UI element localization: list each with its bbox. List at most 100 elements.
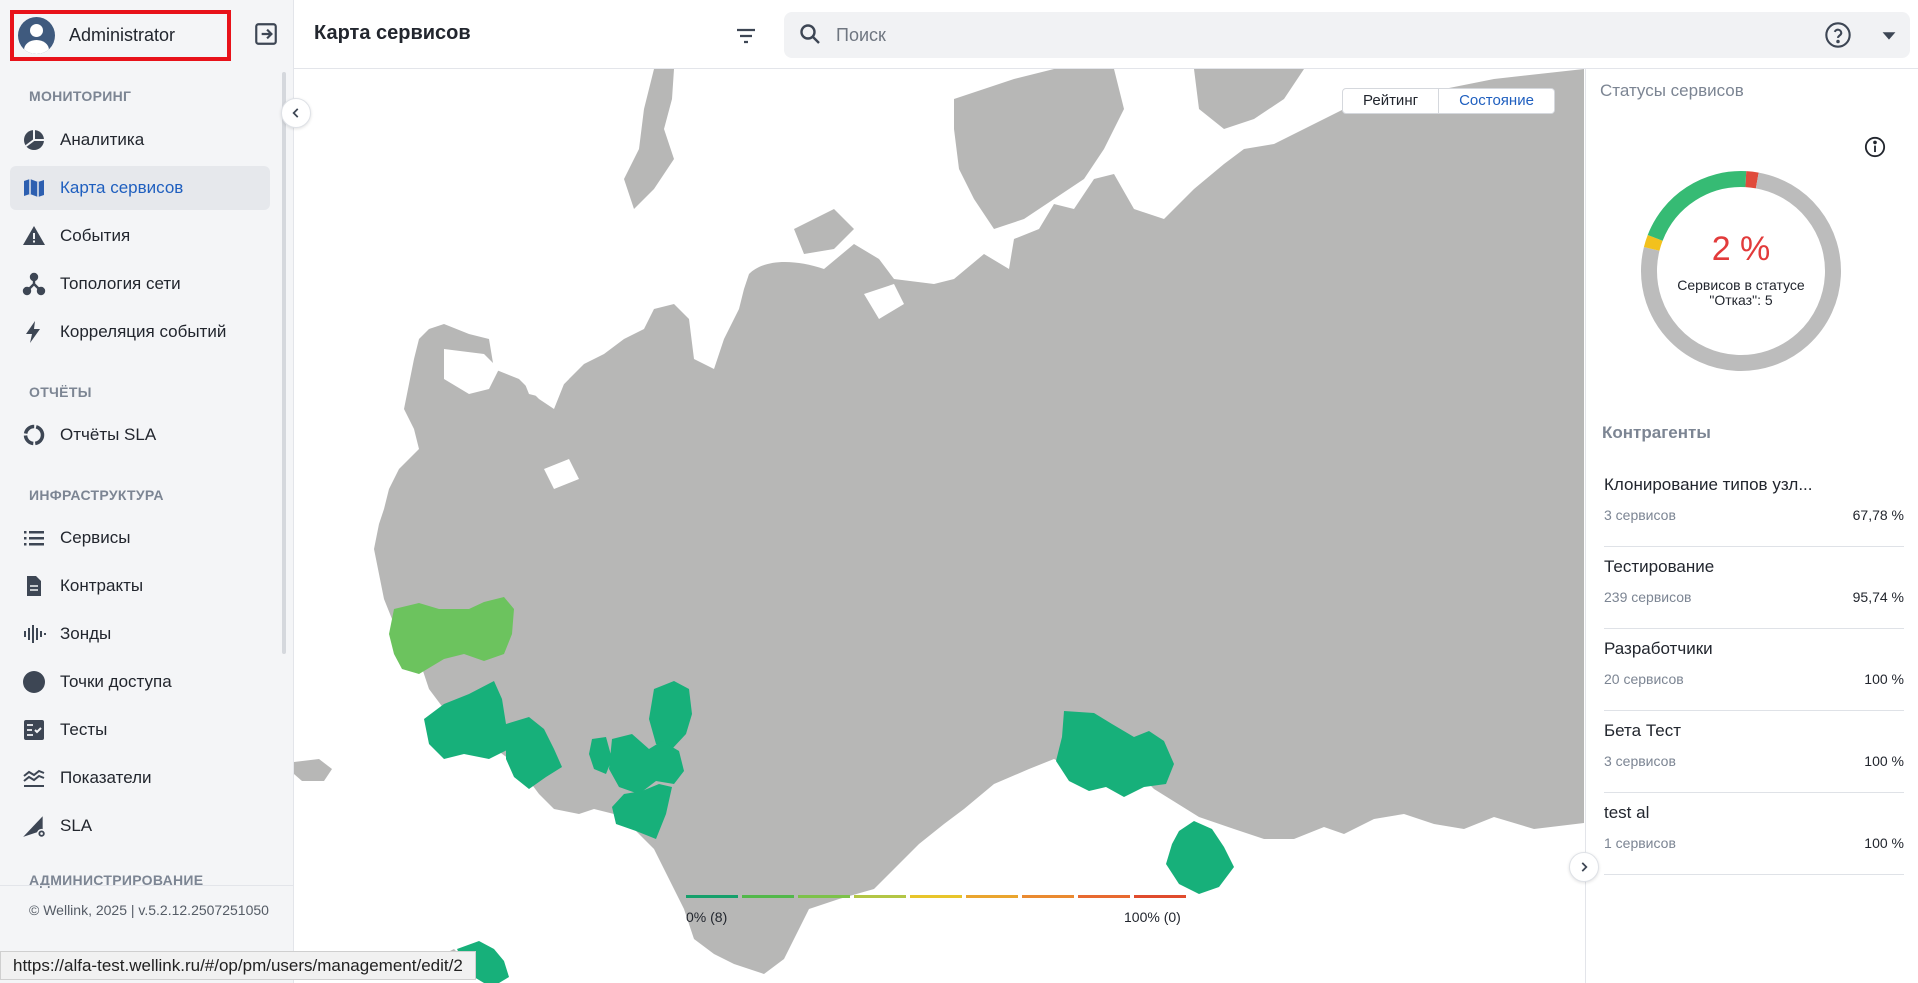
search-bar xyxy=(784,12,1910,58)
sidebar-divider xyxy=(0,885,294,886)
sidebar-item-sla[interactable]: SLA xyxy=(10,804,270,848)
contractor-name: Клонирование типов узл... xyxy=(1604,475,1813,494)
sidebar-item-label: Зонды xyxy=(60,624,112,643)
legend-swatch xyxy=(1134,895,1186,898)
status-bar-url: https://alfa-test.wellink.ru/#/op/pm/use… xyxy=(0,951,476,980)
map-land-north xyxy=(794,209,854,254)
legend-swatch xyxy=(798,895,850,898)
probe-icon xyxy=(20,620,48,648)
map-legend: 0% (8) 100% (0) xyxy=(686,895,1186,925)
sidebar-scrollbar[interactable] xyxy=(282,72,286,654)
legend-min-label: 0% (8) xyxy=(686,909,728,925)
help-icon[interactable] xyxy=(1824,21,1852,54)
checklist-icon xyxy=(20,716,48,744)
legend-color-scale xyxy=(686,895,1186,898)
sidebar-item-label: Топология сети xyxy=(60,274,181,293)
contractor-count: 3 сервисов xyxy=(1604,753,1676,769)
user-name: Administrator xyxy=(69,25,176,45)
right-panel: Статусы сервисов 2 % Сервисов в статусе … xyxy=(1585,69,1918,983)
map-land-west xyxy=(294,759,332,781)
contractor-row[interactable]: Бета Тест 3 сервисов 100 % xyxy=(1604,711,1904,793)
contractor-percent: 100 % xyxy=(1864,671,1904,687)
sidebar-item-label: Отчёты SLA xyxy=(60,425,157,444)
contractors-title: Контрагенты xyxy=(1602,423,1711,442)
sidebar-item-access-points[interactable]: Точки доступа xyxy=(10,660,270,704)
map-icon xyxy=(20,174,48,202)
document-icon xyxy=(20,572,48,600)
sidebar-item-events[interactable]: События xyxy=(10,214,270,258)
contractor-count: 3 сервисов xyxy=(1604,507,1676,523)
section-reports: ОТЧЁТЫ xyxy=(29,384,92,400)
contractor-percent: 100 % xyxy=(1864,835,1904,851)
contractor-row[interactable]: Тестирование 239 сервисов 95,74 % xyxy=(1604,547,1904,629)
copyright: © Wellink, 2025 | v.5.2.12.2507251050 xyxy=(29,902,269,918)
sidebar-collapse-button[interactable] xyxy=(281,98,311,128)
sidebar-item-metrics[interactable]: Показатели xyxy=(10,756,270,800)
sidebar-item-label: Карта сервисов xyxy=(60,178,184,197)
contractor-name: Бета Тест xyxy=(1604,721,1681,740)
search-input[interactable] xyxy=(836,12,1736,58)
legend-swatch xyxy=(966,895,1018,898)
filter-icon[interactable] xyxy=(732,22,760,50)
map-land-north xyxy=(624,69,674,209)
sidebar-item-sla-reports[interactable]: Отчёты SLA xyxy=(10,413,270,457)
section-monitoring: МОНИТОРИНГ xyxy=(29,88,132,104)
sidebar-item-contracts[interactable]: Контракты xyxy=(10,564,270,608)
sidebar-item-label: Точки доступа xyxy=(60,672,172,691)
view-toggle: Рейтинг Состояние xyxy=(1342,88,1555,114)
page-title: Карта сервисов xyxy=(314,22,471,44)
contractor-row[interactable]: Клонирование типов узл... 3 сервисов 67,… xyxy=(1604,465,1904,547)
toggle-rating[interactable]: Рейтинг xyxy=(1343,89,1440,113)
contractor-row[interactable]: Разработчики 20 сервисов 100 % xyxy=(1604,629,1904,711)
sidebar-item-services[interactable]: Сервисы xyxy=(10,516,270,560)
contractor-name: Разработчики xyxy=(1604,639,1713,658)
sidebar-item-label: Контракты xyxy=(60,576,144,595)
legend-swatch xyxy=(742,895,794,898)
contractor-percent: 95,74 % xyxy=(1852,589,1904,605)
metrics-icon xyxy=(20,764,48,792)
avatar xyxy=(18,17,55,54)
sidebar-item-label: Тесты xyxy=(60,720,108,739)
legend-swatch xyxy=(1022,895,1074,898)
sidebar-item-label: Сервисы xyxy=(60,528,131,547)
bolt-icon xyxy=(20,318,48,346)
sla-icon xyxy=(20,812,48,840)
donut-subtitle: Сервисов в статусе "Отказ": 5 xyxy=(1677,277,1805,308)
sidebar-item-label: Аналитика xyxy=(60,130,145,149)
right-panel-toggle-button[interactable] xyxy=(1569,852,1599,882)
user-menu[interactable]: Administrator xyxy=(10,10,231,61)
sidebar-item-label: События xyxy=(60,226,131,245)
contractor-row[interactable]: test al 1 сервисов 100 % xyxy=(1604,793,1904,875)
logout-icon[interactable] xyxy=(252,20,280,48)
contractor-name: test al xyxy=(1604,803,1650,822)
service-map[interactable]: Рейтинг Состояние 0% (8) 100% (0) xyxy=(294,69,1584,983)
contractor-percent: 67,78 % xyxy=(1852,507,1904,523)
list-icon xyxy=(20,524,48,552)
sidebar-item-correlation[interactable]: Корреляция событий xyxy=(10,310,270,354)
warning-icon xyxy=(20,222,48,250)
legend-swatch xyxy=(854,895,906,898)
map-land-north xyxy=(1194,69,1304,129)
section-infrastructure: ИНФРАСТРУКТУРА xyxy=(29,487,164,503)
pie-chart-icon xyxy=(20,126,48,154)
sidebar-item-service-map[interactable]: Карта сервисов xyxy=(10,166,270,210)
sidebar-item-tests[interactable]: Тесты xyxy=(10,708,270,752)
ring-chart-icon xyxy=(20,421,48,449)
toggle-state[interactable]: Состояние xyxy=(1439,89,1554,113)
contractor-count: 1 сервисов xyxy=(1604,835,1676,851)
sidebar-item-probes[interactable]: Зонды xyxy=(10,612,270,656)
contractor-count: 239 сервисов xyxy=(1604,589,1692,605)
sidebar-item-analytics[interactable]: Аналитика xyxy=(10,118,270,162)
contractor-count: 20 сервисов xyxy=(1604,671,1684,687)
map-canvas[interactable] xyxy=(294,69,1584,983)
chevron-down-icon[interactable] xyxy=(1878,24,1900,51)
info-icon[interactable] xyxy=(1864,136,1886,163)
legend-swatch xyxy=(910,895,962,898)
circle-icon xyxy=(20,668,48,696)
sidebar-item-topology[interactable]: Топология сети xyxy=(10,262,270,306)
topology-icon xyxy=(20,270,48,298)
sidebar-item-label: SLA xyxy=(60,816,93,835)
legend-max-label: 100% (0) xyxy=(1124,909,1181,925)
donut-center: 2 % Сервисов в статусе "Отказ": 5 xyxy=(1636,166,1846,376)
search-icon xyxy=(798,22,822,51)
